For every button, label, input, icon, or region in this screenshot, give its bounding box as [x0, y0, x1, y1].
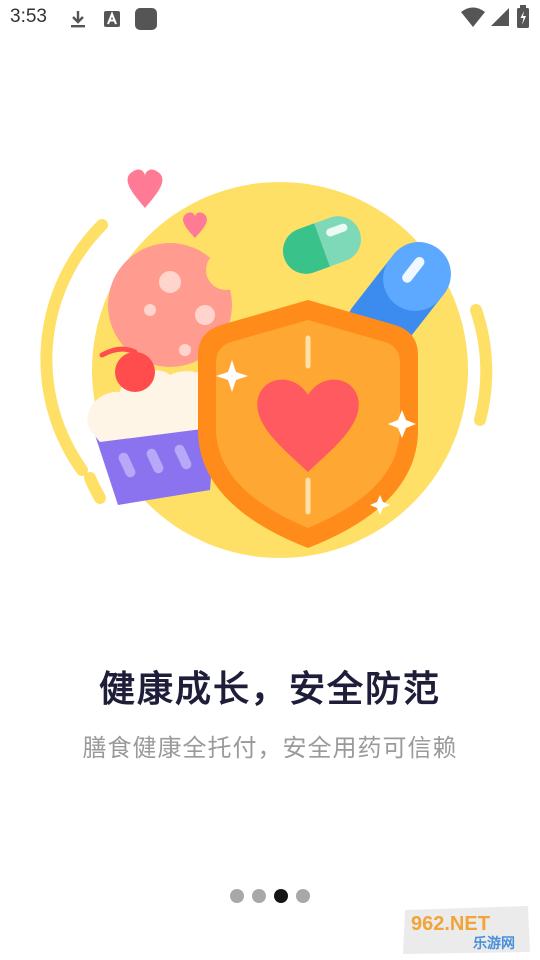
cellular-signal-icon	[491, 8, 509, 26]
page-dot[interactable]	[230, 889, 244, 903]
page-dot[interactable]	[252, 889, 266, 903]
onboarding-illustration	[40, 160, 500, 560]
onboarding-title: 健康成长，安全防范	[98, 669, 441, 710]
battery-icon	[517, 5, 529, 28]
status-time: 3:53	[10, 6, 47, 27]
wifi-icon	[461, 7, 485, 27]
a-notification-icon	[104, 11, 120, 27]
watermark-top: 962.NET	[411, 913, 490, 935]
page-dot-active[interactable]	[274, 889, 288, 903]
site-watermark: 962.NET 乐游网	[403, 906, 530, 954]
page-indicator	[0, 888, 540, 904]
decor-arc-bottom	[84, 472, 106, 504]
decor-arc-right	[470, 304, 493, 426]
download-icon	[71, 11, 85, 28]
app-notification-icon	[135, 8, 157, 30]
watermark-bottom: 乐游网	[473, 935, 515, 952]
status-bar: 3:53	[0, 0, 540, 38]
heart-icon	[127, 169, 163, 208]
page-dot[interactable]	[296, 889, 310, 903]
onboarding-subtitle: 膳食健康全托付，安全用药可信赖	[82, 734, 458, 762]
